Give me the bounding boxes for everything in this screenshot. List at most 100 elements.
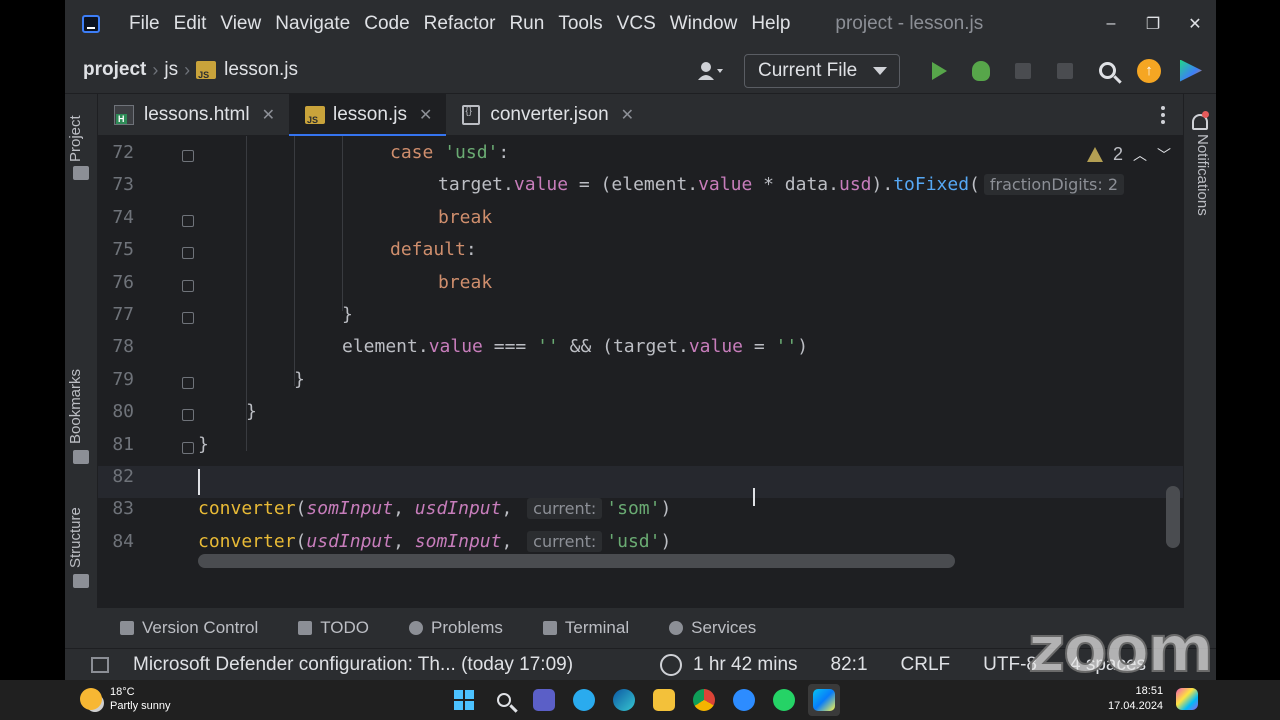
chrome-icon bbox=[693, 689, 715, 711]
status-message[interactable]: Microsoft Defender configuration: Th... … bbox=[133, 654, 573, 676]
fold-marker-icon[interactable] bbox=[182, 280, 194, 292]
restore-button[interactable]: ❐ bbox=[1132, 0, 1174, 47]
code-text: converter(usdInput, somInput, current:'u… bbox=[198, 531, 672, 552]
close-icon[interactable]: ✕ bbox=[262, 105, 275, 125]
code-editor[interactable]: 2 ︿ ﹀ 72 case 'usd': 73 target.value = (… bbox=[98, 136, 1183, 608]
ai-assistant-button[interactable] bbox=[1170, 54, 1212, 88]
taskbar-explorer[interactable] bbox=[648, 684, 680, 716]
tool-problems[interactable]: Problems bbox=[387, 618, 521, 638]
html-file-icon bbox=[114, 105, 134, 125]
fold-marker-icon[interactable] bbox=[182, 312, 194, 324]
status-line-separator[interactable]: CRLF bbox=[901, 654, 951, 676]
run-configuration-label: Current File bbox=[758, 59, 858, 81]
stop-icon bbox=[1057, 62, 1073, 79]
menu-edit[interactable]: Edit bbox=[167, 0, 214, 47]
weather-condition: Partly sunny bbox=[110, 700, 171, 712]
zoom-icon bbox=[733, 689, 755, 711]
run-button[interactable] bbox=[918, 54, 960, 88]
code-text: break bbox=[438, 272, 493, 293]
parameter-hint: current: bbox=[527, 531, 603, 552]
taskbar-zoom[interactable] bbox=[728, 684, 760, 716]
tab-lesson-js[interactable]: lesson.js ✕ bbox=[289, 94, 447, 137]
code-text: } bbox=[294, 369, 305, 390]
weather-widget[interactable]: 18°C Partly sunny bbox=[80, 685, 171, 713]
taskbar-chrome[interactable] bbox=[688, 684, 720, 716]
fold-marker-icon[interactable] bbox=[182, 150, 194, 162]
tool-structure[interactable]: Structure bbox=[67, 507, 84, 568]
horizontal-scrollbar[interactable] bbox=[198, 554, 955, 568]
fold-marker-icon[interactable] bbox=[182, 247, 194, 259]
taskbar-webstorm[interactable] bbox=[808, 684, 840, 716]
taskbar-search[interactable] bbox=[488, 684, 520, 716]
close-icon[interactable]: ✕ bbox=[419, 105, 432, 125]
menu-refactor[interactable]: Refactor bbox=[417, 0, 503, 47]
taskbar-telegram[interactable] bbox=[568, 684, 600, 716]
line-number: 73 bbox=[112, 174, 134, 195]
start-button[interactable] bbox=[448, 684, 480, 716]
menu-window[interactable]: Window bbox=[663, 0, 745, 47]
coverage-button[interactable] bbox=[1002, 54, 1044, 88]
teams-icon bbox=[533, 689, 555, 711]
user-icon[interactable] bbox=[694, 59, 728, 83]
breadcrumb-js[interactable]: js bbox=[164, 59, 178, 81]
status-caret-position[interactable]: 82:1 bbox=[831, 654, 868, 676]
tool-bookmarks[interactable]: Bookmarks bbox=[67, 369, 84, 444]
fold-marker-icon[interactable] bbox=[182, 409, 194, 421]
menu-run[interactable]: Run bbox=[502, 0, 551, 47]
line-number: 83 bbox=[112, 498, 134, 519]
chevron-down-icon bbox=[873, 66, 887, 75]
telegram-icon bbox=[573, 689, 595, 711]
tool-todo[interactable]: TODO bbox=[276, 618, 387, 638]
breadcrumb-project[interactable]: project bbox=[83, 59, 146, 81]
close-window-button[interactable]: ✕ bbox=[1174, 0, 1216, 47]
menu-navigate[interactable]: Navigate bbox=[268, 0, 357, 47]
breadcrumb-file[interactable]: lesson.js bbox=[224, 59, 298, 81]
menu-view[interactable]: View bbox=[213, 0, 268, 47]
search-everywhere-button[interactable] bbox=[1086, 54, 1128, 88]
letterbox-right bbox=[1216, 0, 1280, 680]
toggle-tool-windows-icon[interactable] bbox=[91, 656, 109, 673]
copilot-icon[interactable] bbox=[1176, 688, 1198, 710]
js-file-icon bbox=[196, 61, 217, 80]
stop-button[interactable] bbox=[1044, 54, 1086, 88]
tool-project[interactable]: Project bbox=[67, 115, 84, 162]
vertical-scrollbar[interactable] bbox=[1166, 486, 1180, 548]
navbar-actions: Current File ↑ bbox=[694, 47, 1216, 94]
zoom-watermark: zoom bbox=[1027, 613, 1215, 687]
line-number: 75 bbox=[112, 239, 134, 260]
parameter-hint-name: fractionDigits: bbox=[989, 175, 1103, 194]
menu-vcs[interactable]: VCS bbox=[610, 0, 663, 47]
search-icon bbox=[497, 693, 511, 707]
tab-lessons-html[interactable]: lessons.html ✕ bbox=[98, 94, 289, 136]
menu-file[interactable]: File bbox=[122, 0, 167, 47]
menu-code[interactable]: Code bbox=[357, 0, 416, 47]
fold-marker-icon[interactable] bbox=[182, 215, 194, 227]
taskbar-teams[interactable] bbox=[528, 684, 560, 716]
title-bar: File Edit View Navigate Code Refactor Ru… bbox=[65, 0, 1216, 47]
fold-marker-icon[interactable] bbox=[182, 442, 194, 454]
taskbar-edge[interactable] bbox=[608, 684, 640, 716]
tool-notifications[interactable]: Notifications bbox=[1194, 134, 1211, 216]
tabs-more-icon[interactable] bbox=[1161, 106, 1165, 124]
list-icon bbox=[298, 621, 313, 635]
menu-help[interactable]: Help bbox=[744, 0, 797, 47]
code-line: 78 element.value === '' && (target.value… bbox=[98, 336, 1183, 368]
code-line: 81 } bbox=[98, 434, 1183, 466]
edge-icon bbox=[613, 689, 635, 711]
code-line: 77 } bbox=[98, 304, 1183, 336]
taskbar-whatsapp[interactable] bbox=[768, 684, 800, 716]
tool-version-control[interactable]: Version Control bbox=[98, 618, 276, 638]
close-icon[interactable]: ✕ bbox=[621, 105, 634, 125]
run-configuration-select[interactable]: Current File bbox=[744, 53, 900, 88]
code-text: } bbox=[342, 304, 353, 325]
update-button[interactable]: ↑ bbox=[1128, 54, 1170, 88]
status-time-spent[interactable]: 1 hr 42 mins bbox=[693, 654, 798, 676]
minimize-button[interactable]: – bbox=[1090, 0, 1132, 47]
fold-marker-icon[interactable] bbox=[182, 377, 194, 389]
tab-converter-json[interactable]: converter.json ✕ bbox=[446, 94, 648, 136]
debug-button[interactable] bbox=[960, 54, 1002, 88]
tool-terminal[interactable]: Terminal bbox=[521, 618, 647, 638]
tool-services[interactable]: Services bbox=[647, 618, 774, 638]
system-clock[interactable]: 18:51 17.04.2024 bbox=[1108, 684, 1163, 714]
menu-tools[interactable]: Tools bbox=[551, 0, 609, 47]
